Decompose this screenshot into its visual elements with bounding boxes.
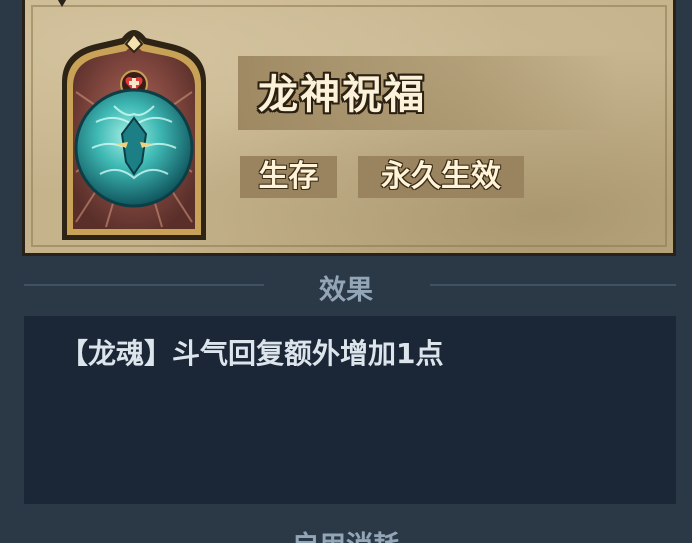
dragon-orb-icon	[62, 30, 206, 240]
buff-portrait	[56, 22, 212, 242]
tag-survival: 生存	[240, 156, 337, 198]
cost-section-title: 启用消耗	[0, 524, 692, 543]
buff-detail-panel: 龙神祝福 生存 永久生效 效果 【龙魂】斗气回复额外增加1点 启用消耗	[0, 0, 692, 543]
effect-box: 【龙魂】斗气回复额外增加1点	[24, 316, 676, 504]
effect-description: 【龙魂】斗气回复额外增加1点	[60, 337, 444, 370]
tag-duration: 永久生效	[358, 156, 524, 198]
effect-section-title: 效果	[319, 275, 373, 306]
buff-title: 龙神祝福	[258, 72, 426, 118]
